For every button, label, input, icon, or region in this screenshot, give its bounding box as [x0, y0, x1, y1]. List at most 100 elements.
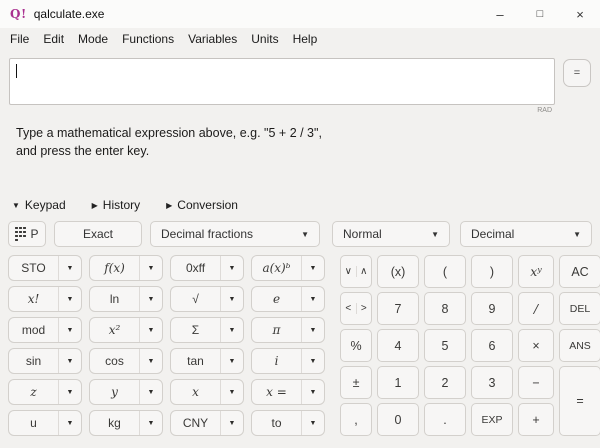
key-fx[interactable]: f(x)▼	[89, 255, 163, 281]
key-mod[interactable]: mod▼	[8, 317, 82, 343]
key-minus[interactable]: −	[518, 366, 554, 399]
key-0xff-dropdown[interactable]: ▼	[220, 256, 243, 280]
chevron-up-icon[interactable]: ∧	[357, 266, 372, 277]
chevron-right-icon[interactable]: >	[357, 303, 372, 314]
key-percent[interactable]: %	[340, 329, 372, 362]
key-tan-dropdown[interactable]: ▼	[220, 349, 243, 373]
menu-item-functions[interactable]: Functions	[115, 30, 181, 48]
key-factorial[interactable]: x!▼	[8, 286, 82, 312]
key-plus[interactable]: +	[518, 403, 554, 436]
exact-button[interactable]: Exact	[54, 221, 142, 247]
key-6[interactable]: 6	[471, 329, 513, 362]
key-unit[interactable]: u▼	[8, 410, 82, 436]
key-pi[interactable]: π▼	[251, 317, 325, 343]
key-sin-dropdown[interactable]: ▼	[58, 349, 81, 373]
display-mode-dropdown[interactable]: Normal ▼	[332, 221, 450, 247]
chevron-down-icon[interactable]: ∨	[341, 266, 357, 277]
key-comma[interactable]: ,	[340, 403, 372, 436]
cursor-left-right-button[interactable]: < >	[340, 292, 372, 325]
key-parens-x[interactable]: (x)	[377, 255, 419, 288]
key-kg-dropdown[interactable]: ▼	[139, 411, 162, 435]
fraction-mode-dropdown[interactable]: Decimal fractions ▼	[150, 221, 320, 247]
menu-item-edit[interactable]: Edit	[36, 30, 71, 48]
key-xequals-dropdown[interactable]: ▼	[301, 380, 324, 404]
key-close-paren[interactable]: )	[471, 255, 513, 288]
key-cny[interactable]: CNY▼	[170, 410, 244, 436]
key-e[interactable]: e▼	[251, 286, 325, 312]
key-ac[interactable]: AC	[559, 255, 600, 288]
key-i[interactable]: i▼	[251, 348, 325, 374]
conversion-toggle[interactable]: ▶ Conversion	[166, 198, 238, 212]
key-0[interactable]: 0	[377, 403, 419, 436]
expression-input[interactable]	[9, 58, 555, 105]
programming-keypad-button[interactable]: P	[8, 221, 46, 247]
key-7[interactable]: 7	[377, 292, 419, 325]
key-cny-dropdown[interactable]: ▼	[220, 411, 243, 435]
key-sum[interactable]: Σ▼	[170, 317, 244, 343]
key-z[interactable]: z▼	[8, 379, 82, 405]
key-xsquared[interactable]: x²▼	[89, 317, 163, 343]
key-open-paren[interactable]: (	[424, 255, 466, 288]
key-decimal-point[interactable]: .	[424, 403, 466, 436]
key-xequals[interactable]: x =▼	[251, 379, 325, 405]
key-ln[interactable]: ln▼	[89, 286, 163, 312]
key-9[interactable]: 9	[471, 292, 513, 325]
key-sqrt[interactable]: √▼	[170, 286, 244, 312]
base-mode-dropdown[interactable]: Decimal ▼	[460, 221, 592, 247]
key-z-dropdown[interactable]: ▼	[58, 380, 81, 404]
key-2[interactable]: 2	[424, 366, 466, 399]
menu-item-file[interactable]: File	[3, 30, 36, 48]
calculate-button[interactable]: =	[563, 59, 591, 87]
key-mod-dropdown[interactable]: ▼	[58, 318, 81, 342]
key-unit-dropdown[interactable]: ▼	[58, 411, 81, 435]
key-kg[interactable]: kg▼	[89, 410, 163, 436]
key-y[interactable]: y▼	[89, 379, 163, 405]
menu-item-units[interactable]: Units	[244, 30, 285, 48]
key-tan[interactable]: tan▼	[170, 348, 244, 374]
key-y-dropdown[interactable]: ▼	[139, 380, 162, 404]
chevron-left-icon[interactable]: <	[341, 303, 357, 314]
key-power[interactable]: xʸ	[518, 255, 554, 288]
key-plusminus[interactable]: ±	[340, 366, 372, 399]
key-divide[interactable]: /	[518, 292, 554, 325]
key-fx-dropdown[interactable]: ▼	[139, 256, 162, 280]
key-4[interactable]: 4	[377, 329, 419, 362]
key-factorial-dropdown[interactable]: ▼	[58, 287, 81, 311]
key-cos[interactable]: cos▼	[89, 348, 163, 374]
key-sto-dropdown[interactable]: ▼	[58, 256, 81, 280]
cursor-up-down-button[interactable]: ∨ ∧	[340, 255, 372, 288]
key-sqrt-dropdown[interactable]: ▼	[220, 287, 243, 311]
close-button[interactable]: ×	[560, 0, 600, 28]
menu-item-help[interactable]: Help	[286, 30, 325, 48]
key-multiply[interactable]: ×	[518, 329, 554, 362]
key-0xff[interactable]: 0xff▼	[170, 255, 244, 281]
key-axb[interactable]: a(x)ᵇ▼	[251, 255, 325, 281]
key-xsquared-dropdown[interactable]: ▼	[139, 318, 162, 342]
key-e-dropdown[interactable]: ▼	[301, 287, 324, 311]
key-sin[interactable]: sin▼	[8, 348, 82, 374]
key-5[interactable]: 5	[424, 329, 466, 362]
history-toggle[interactable]: ▶ History	[92, 198, 141, 212]
menu-item-variables[interactable]: Variables	[181, 30, 244, 48]
keypad-toggle[interactable]: ▼ Keypad	[12, 198, 66, 212]
key-3[interactable]: 3	[471, 366, 513, 399]
key-ans[interactable]: ANS	[559, 329, 600, 362]
key-ln-dropdown[interactable]: ▼	[139, 287, 162, 311]
key-sum-dropdown[interactable]: ▼	[220, 318, 243, 342]
key-1[interactable]: 1	[377, 366, 419, 399]
key-del[interactable]: DEL	[559, 292, 600, 325]
key-axb-dropdown[interactable]: ▼	[301, 256, 324, 280]
key-to-dropdown[interactable]: ▼	[301, 411, 324, 435]
key-equals[interactable]: =	[559, 366, 600, 436]
key-i-dropdown[interactable]: ▼	[301, 349, 324, 373]
minimize-button[interactable]: –	[480, 0, 520, 28]
menu-item-mode[interactable]: Mode	[71, 30, 115, 48]
key-pi-dropdown[interactable]: ▼	[301, 318, 324, 342]
key-to[interactable]: to▼	[251, 410, 325, 436]
key-8[interactable]: 8	[424, 292, 466, 325]
key-x-dropdown[interactable]: ▼	[220, 380, 243, 404]
key-x[interactable]: x▼	[170, 379, 244, 405]
maximize-button[interactable]: □	[520, 0, 560, 28]
key-sto[interactable]: STO▼	[8, 255, 82, 281]
key-cos-dropdown[interactable]: ▼	[139, 349, 162, 373]
